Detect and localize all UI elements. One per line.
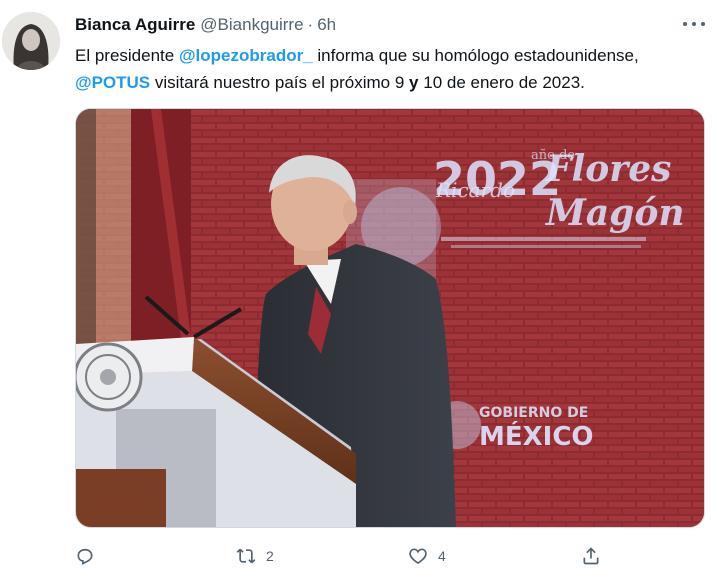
- more-dot: [692, 22, 696, 26]
- tweet-text-part: informa que su homólogo estadounidense,: [312, 46, 639, 65]
- separator-dot: ·: [307, 15, 314, 34]
- retweet-count: 2: [266, 548, 274, 564]
- reply-button[interactable]: [75, 544, 105, 568]
- retweet-icon: [236, 548, 256, 564]
- heart-icon: [409, 548, 427, 565]
- more-options-icon[interactable]: [683, 14, 705, 34]
- tweet-header: Bianca Aguirre @Biankguirre · 6h: [75, 14, 336, 36]
- tweet-text-part: visitará nuestro país el próximo 9: [150, 73, 410, 92]
- reply-icon: [77, 548, 93, 565]
- avatar-image: [2, 12, 60, 70]
- author-name[interactable]: Bianca Aguirre: [75, 15, 195, 35]
- banner-name-2: Flores: [545, 148, 671, 190]
- author-handle[interactable]: @Biankguirre: [200, 15, 303, 35]
- tweet[interactable]: Bianca Aguirre @Biankguirre · 6h El pres…: [0, 0, 717, 582]
- tweet-actions: 2 4: [75, 544, 707, 568]
- tweet-text-part: El presidente: [75, 46, 179, 65]
- tweet-time[interactable]: 6h: [317, 15, 336, 35]
- mention-link[interactable]: @POTUS: [75, 73, 150, 92]
- tweet-photo[interactable]: Ricardo año de 2022 Flores Magón GOBIERN…: [75, 108, 705, 528]
- press-conference-image: Ricardo año de 2022 Flores Magón GOBIERN…: [76, 109, 704, 527]
- retweet-button[interactable]: 2: [236, 544, 274, 568]
- like-button[interactable]: 4: [408, 544, 446, 568]
- tweet-text-bold: y: [409, 73, 419, 92]
- tweet-text: El presidente @lopezobrador_ informa que…: [75, 42, 707, 96]
- share-button[interactable]: [581, 544, 601, 568]
- tweet-text-part: 10 de enero de 2023.: [418, 73, 585, 92]
- gov-line-2: MÉXICO: [479, 420, 594, 452]
- share-icon: [583, 547, 599, 565]
- gov-line-1: GOBIERNO DE: [479, 405, 588, 421]
- more-dot: [683, 22, 687, 26]
- avatar[interactable]: [2, 12, 60, 70]
- like-count: 4: [438, 548, 446, 564]
- banner-year: 2022: [433, 152, 561, 206]
- more-dot: [701, 22, 705, 26]
- banner-name-3: Magón: [544, 192, 685, 234]
- mention-link[interactable]: @lopezobrador_: [179, 46, 313, 65]
